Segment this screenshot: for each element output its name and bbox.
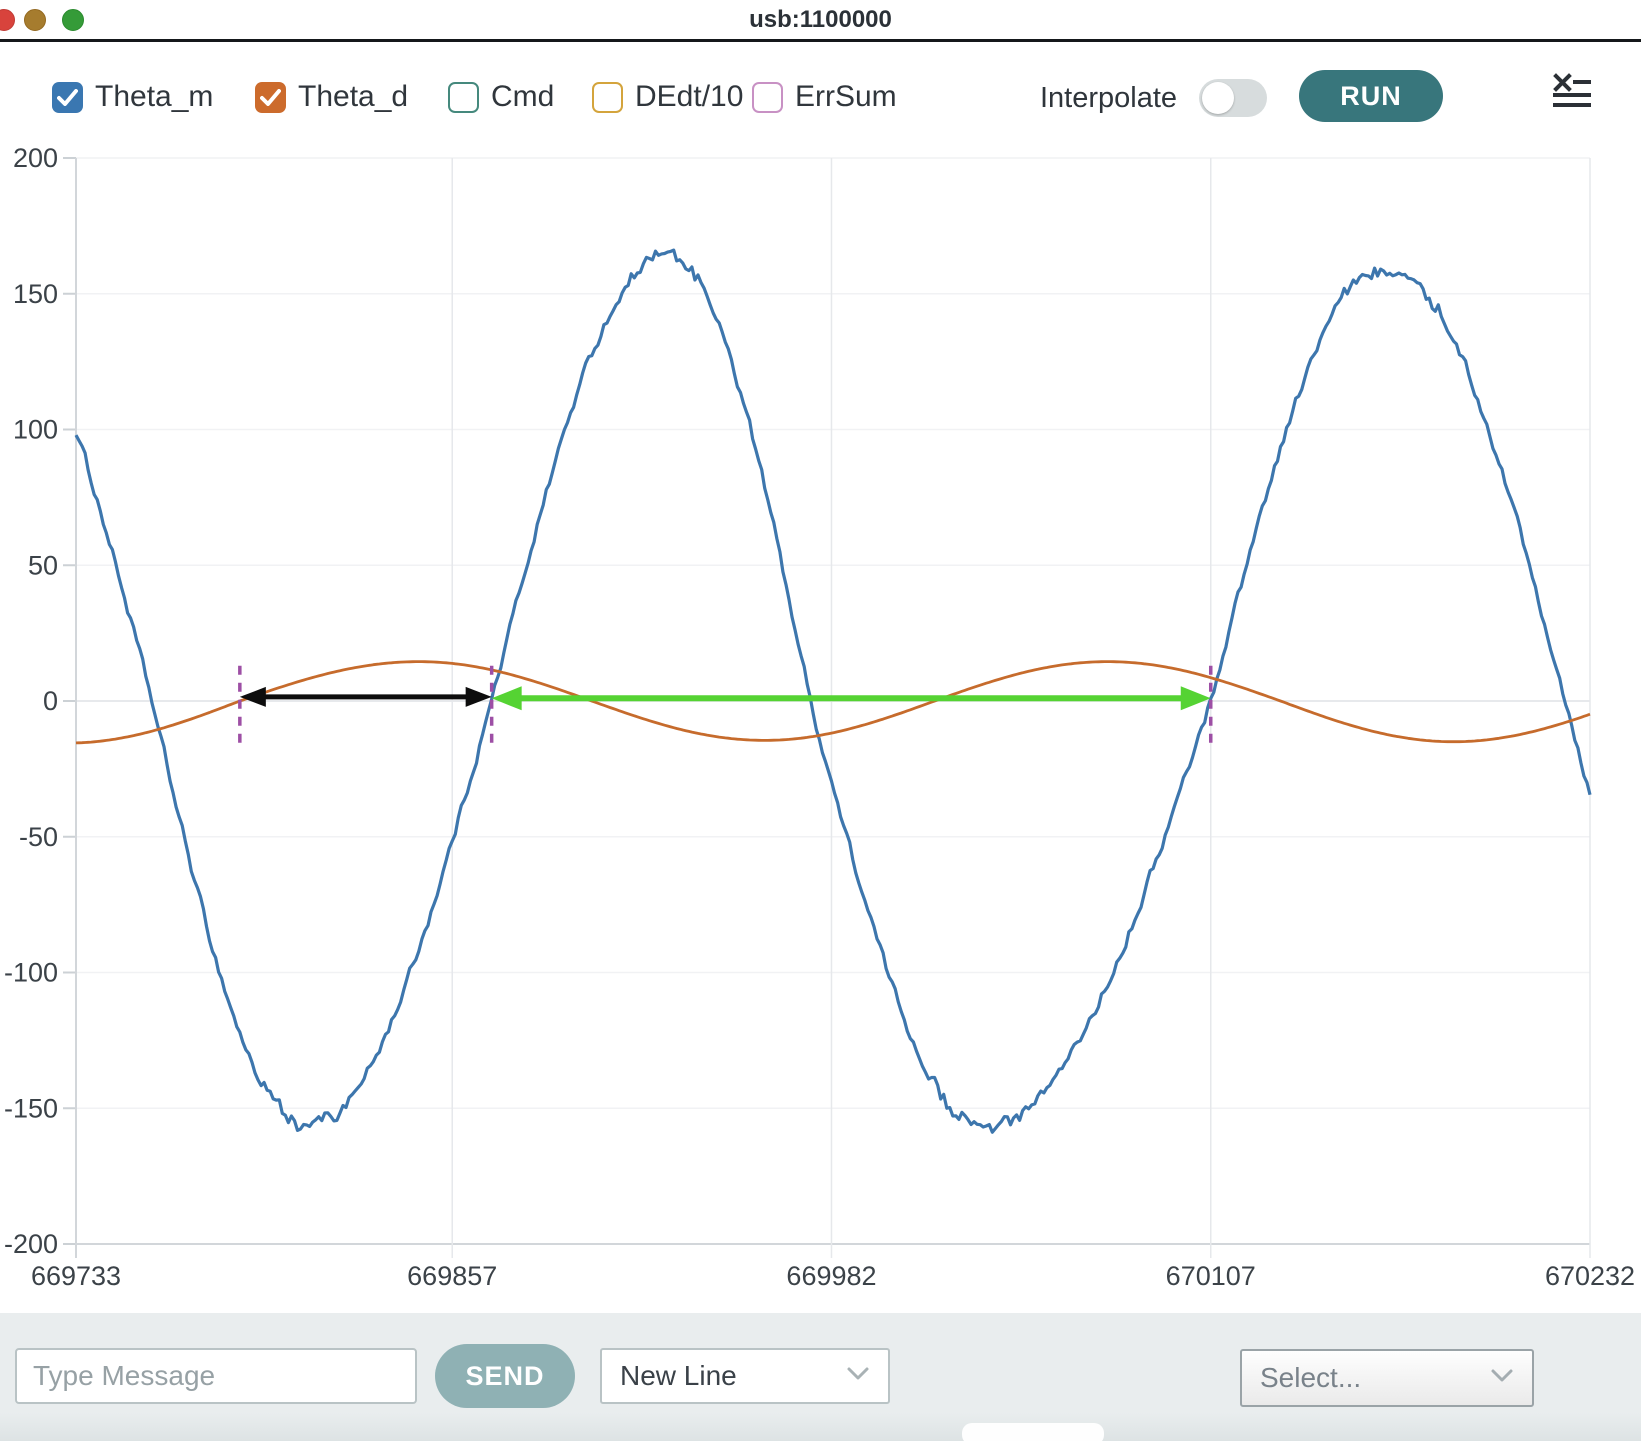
y-tick-label: 200	[13, 143, 58, 173]
legend-item-theta_m[interactable]: Theta_m	[52, 80, 213, 114]
x-tick-label: 669857	[407, 1261, 497, 1291]
legend-label: DEdt/10	[635, 80, 743, 114]
legend-label: Theta_m	[95, 80, 213, 114]
checkbox-theta_d[interactable]	[255, 82, 286, 113]
bottom-scroll-artifact	[962, 1423, 1104, 1441]
chevron-down-icon	[846, 1366, 870, 1387]
y-tick-label: 0	[43, 686, 58, 716]
footer-bar: SEND New Line Select...	[0, 1313, 1641, 1441]
run-button[interactable]: RUN	[1299, 70, 1443, 122]
phase-lag-arrow-head-right	[466, 687, 492, 707]
y-tick-label: 50	[28, 550, 58, 580]
y-tick-label: 150	[13, 279, 58, 309]
y-tick-label: -200	[4, 1229, 58, 1259]
series-theta_d-line	[76, 662, 1590, 743]
message-input[interactable]	[15, 1348, 417, 1404]
port-select[interactable]: Select...	[1240, 1349, 1534, 1407]
titlebar: usb:1100000	[0, 0, 1641, 42]
phase-lag-arrow-head-left	[240, 687, 266, 707]
legend-item-cmd[interactable]: Cmd	[448, 80, 554, 114]
window-title: usb:1100000	[0, 6, 1641, 34]
checkbox-errsum[interactable]	[752, 82, 783, 113]
serial-plotter-window: usb:1100000 Theta_m Theta_d Cmd DEdt/10 ErrS…	[0, 0, 1641, 1441]
line-ending-select[interactable]: New Line	[600, 1348, 890, 1404]
y-tick-label: -50	[19, 822, 58, 852]
x-tick-label: 670107	[1166, 1261, 1256, 1291]
y-tick-label: -150	[4, 1093, 58, 1123]
x-tick-label: 670232	[1545, 1261, 1635, 1291]
interpolate-label: Interpolate	[1040, 82, 1177, 115]
clear-list-icon[interactable]	[1553, 73, 1591, 109]
period-arrow-head-right	[1181, 686, 1211, 710]
chevron-down-icon	[1490, 1368, 1514, 1389]
checkbox-dedt/10[interactable]	[592, 82, 623, 113]
x-tick-label: 669982	[786, 1261, 876, 1291]
period-arrow-head-left	[492, 686, 522, 710]
toggle-knob	[1202, 82, 1234, 114]
legend-label: Cmd	[491, 80, 554, 114]
line-ending-value: New Line	[620, 1360, 737, 1392]
port-select-value: Select...	[1260, 1362, 1361, 1394]
legend-label: Theta_d	[298, 80, 408, 114]
legend-item-theta_d[interactable]: Theta_d	[255, 80, 408, 114]
checkbox-theta_m[interactable]	[52, 82, 83, 113]
toolbar: Theta_m Theta_d Cmd DEdt/10 ErrSum Interpola…	[0, 42, 1641, 137]
y-tick-label: 100	[13, 415, 58, 445]
y-tick-label: -100	[4, 958, 58, 988]
send-button[interactable]: SEND	[435, 1344, 575, 1408]
interpolate-toggle[interactable]	[1199, 79, 1267, 117]
series-theta_m-line	[76, 250, 1590, 1132]
checkbox-cmd[interactable]	[448, 82, 479, 113]
chart: 200 150 100 50 0 -50 -100 -150 -200669733 669857 6…	[0, 0, 1641, 1313]
legend-item-errsum[interactable]: ErrSum	[752, 80, 897, 114]
x-tick-label: 669733	[31, 1261, 121, 1291]
legend-label: ErrSum	[795, 80, 897, 114]
legend-item-dedt/10[interactable]: DEdt/10	[592, 80, 743, 114]
